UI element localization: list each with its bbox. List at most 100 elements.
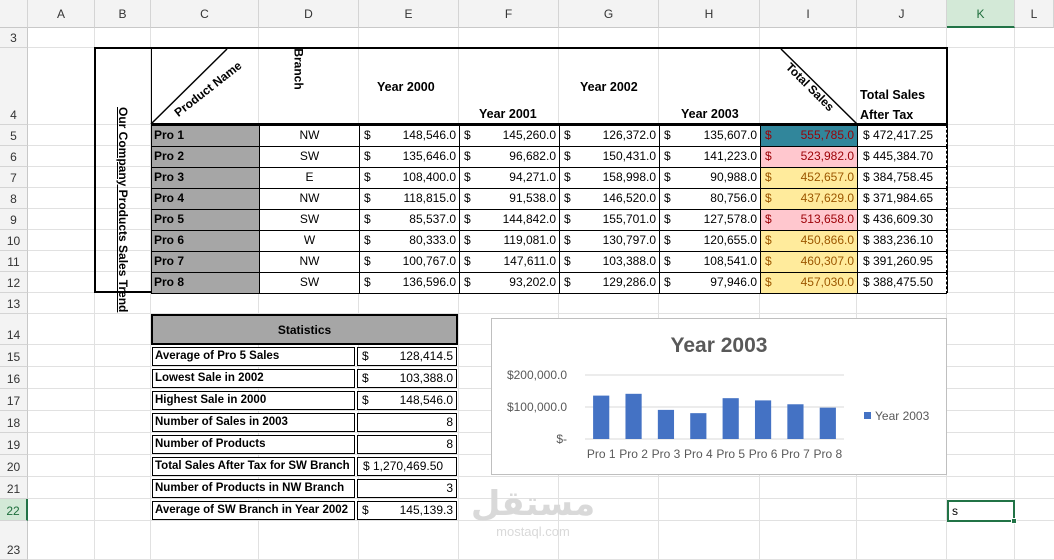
currency-symbol: $ (765, 275, 772, 289)
total-sales-value: 452,657.0 (800, 170, 854, 184)
total-sales-after-tax-header: Total Sales After Tax (860, 88, 926, 122)
x-tick-label: Pro 5 (716, 447, 745, 461)
stat-value: 3 (357, 479, 457, 498)
stat-value: $103,388.0 (357, 369, 457, 388)
sales-value: 96,682.0 (509, 149, 556, 163)
row-header-14[interactable]: 14 (0, 314, 28, 345)
row-header-16[interactable]: 16 (0, 367, 28, 389)
row-header-23[interactable]: 23 (0, 521, 28, 560)
row-header-10[interactable]: 10 (0, 230, 28, 251)
currency-symbol: $ (664, 149, 671, 163)
sales-cell-y2001: $144,842.0 (459, 209, 560, 231)
active-cell[interactable]: s (947, 500, 1015, 522)
after-tax-cell: $ 472,417.25 (857, 125, 947, 147)
sales-value: 93,202.0 (509, 275, 556, 289)
total-sales-cell: $437,629.0 (760, 188, 858, 210)
sales-value: 141,223.0 (703, 149, 757, 163)
row-header-21[interactable]: 21 (0, 477, 28, 499)
total-sales-value: 555,785.0 (800, 128, 854, 142)
branch-cell: E (259, 167, 360, 189)
currency-symbol: $ (564, 128, 571, 142)
sales-cell-y2000: $85,537.0 (359, 209, 460, 231)
stat-label: Average of Pro 5 Sales (152, 347, 355, 366)
product-name-cell: Pro 8 (151, 272, 260, 294)
x-tick-label: Pro 3 (652, 447, 681, 461)
total-sales-value: 513,658.0 (800, 212, 854, 226)
row-header-15[interactable]: 15 (0, 345, 28, 367)
sales-value: 127,578.0 (703, 212, 757, 226)
currency-symbol: $ (364, 170, 371, 184)
row-header-8[interactable]: 8 (0, 188, 28, 209)
sales-value: 135,607.0 (703, 128, 757, 142)
row-header-19[interactable]: 19 (0, 433, 28, 455)
currency-symbol: $ (664, 191, 671, 205)
row-header-20[interactable]: 20 (0, 455, 28, 477)
currency-symbol: $ (765, 212, 772, 226)
currency-symbol: $ (765, 128, 772, 142)
product-name-cell: Pro 7 (151, 251, 260, 273)
after-tax-cell: $ 391,260.95 (857, 251, 947, 273)
stat-number: 103,388.0 (399, 371, 453, 385)
currency-symbol: $ (364, 149, 371, 163)
row-header-22[interactable]: 22 (0, 499, 28, 521)
row-header-6[interactable]: 6 (0, 146, 28, 167)
sales-cell-y2000: $118,815.0 (359, 188, 460, 210)
sales-cell-y2003: $141,223.0 (659, 146, 761, 168)
currency-symbol: $ (364, 254, 371, 268)
currency-symbol: $ (564, 149, 571, 163)
sales-value: 90,988.0 (710, 170, 757, 184)
branch-cell: W (259, 230, 360, 252)
sales-value: 135,646.0 (402, 149, 456, 163)
row-header-7[interactable]: 7 (0, 167, 28, 188)
sales-cell-y2001: $91,538.0 (459, 188, 560, 210)
row-header-18[interactable]: 18 (0, 411, 28, 433)
total-sales-cell: $523,982.0 (760, 146, 858, 168)
bar-pro-8 (819, 407, 836, 439)
fill-handle[interactable] (1011, 518, 1017, 524)
currency-symbol: $ (362, 393, 369, 407)
sales-value: 100,767.0 (402, 254, 456, 268)
currency-symbol: $ (664, 254, 671, 268)
currency-symbol: $ (362, 371, 369, 385)
x-tick-label: Pro 4 (684, 447, 713, 461)
bar-pro-4 (690, 413, 707, 439)
row-header-9[interactable]: 9 (0, 209, 28, 230)
sales-value: 97,946.0 (710, 275, 757, 289)
row-header-11[interactable]: 11 (0, 251, 28, 272)
sales-cell-y2001: $119,081.0 (459, 230, 560, 252)
total-sales-value: 437,629.0 (800, 191, 854, 205)
sales-value: 120,655.0 (703, 233, 757, 247)
total-sales-cell: $555,785.0 (760, 125, 858, 147)
sales-cell-y2003: $127,578.0 (659, 209, 761, 231)
currency-symbol: $ (765, 170, 772, 184)
sales-value: 158,998.0 (602, 170, 656, 184)
total-sales-value: 460,307.0 (800, 254, 854, 268)
sales-cell-y2000: $135,646.0 (359, 146, 460, 168)
sales-value: 91,538.0 (509, 191, 556, 205)
currency-symbol: $ (364, 275, 371, 289)
sales-value: 85,537.0 (409, 212, 456, 226)
year-2003-chart[interactable]: Year 2003 $- $100,000.0 $200,000.0 Pro 1 Pro … (491, 318, 947, 475)
stat-label: Total Sales After Tax for SW Branch (152, 457, 355, 476)
y-tick-label: $- (556, 432, 567, 446)
after-tax-cell: $ 436,609.30 (857, 209, 947, 231)
row-header-5[interactable]: 5 (0, 125, 28, 146)
currency-symbol: $ (564, 254, 571, 268)
branch-cell: SW (259, 272, 360, 294)
bar-pro-3 (657, 409, 675, 439)
sales-value: 108,400.0 (402, 170, 456, 184)
currency-symbol: $ (664, 275, 671, 289)
row-header-17[interactable]: 17 (0, 389, 28, 411)
sales-value: 145,260.0 (502, 128, 556, 142)
vertical-title: Our Company Products Sales Trend (116, 107, 130, 313)
sales-cell-y2000: $148,546.0 (359, 125, 460, 147)
row-header-12[interactable]: 12 (0, 272, 28, 293)
sales-value: 136,596.0 (402, 275, 456, 289)
year-header-3: Year 2002 (580, 80, 638, 94)
statistics-title: Statistics (151, 314, 458, 345)
row-header-13[interactable]: 13 (0, 293, 28, 314)
legend-swatch (864, 412, 871, 419)
y-tick-label: $200,000.0 (507, 368, 567, 382)
currency-symbol: $ (564, 233, 571, 247)
stat-value: 8 (357, 413, 457, 432)
